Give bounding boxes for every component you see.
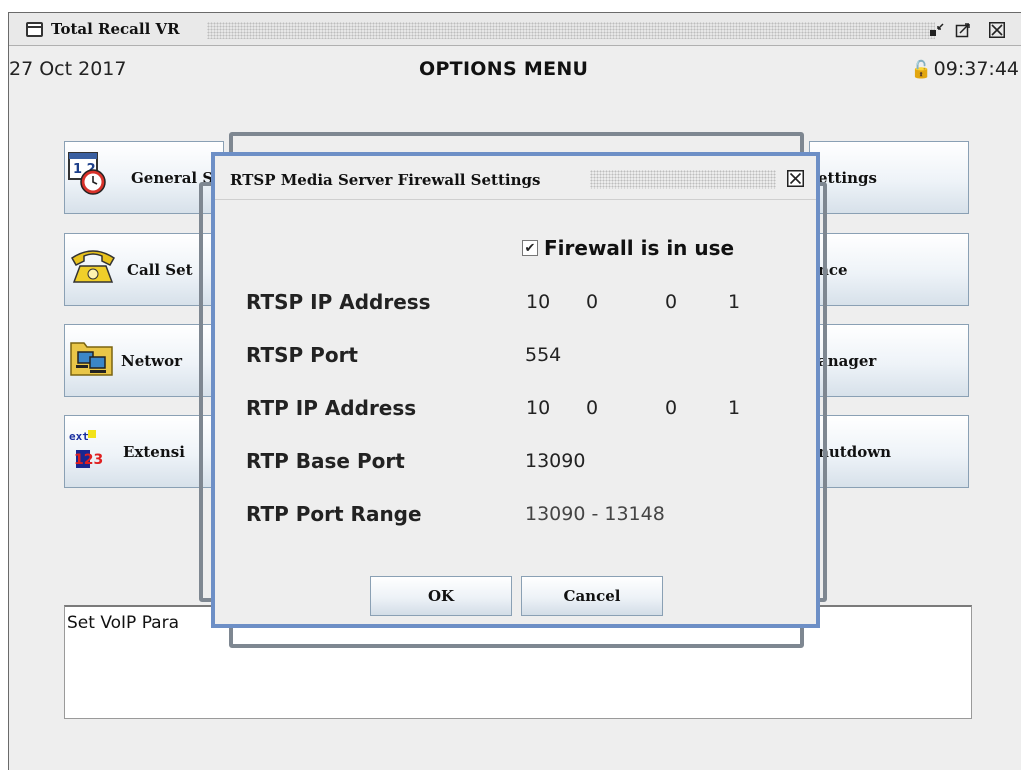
right-settings-button[interactable]: ettings	[809, 141, 969, 214]
firewall-checkbox-label: Firewall is in use	[544, 236, 735, 260]
maximize-icon[interactable]	[955, 22, 971, 38]
rtp-ip-octet-4[interactable]: 1	[728, 397, 740, 419]
rtsp-port-field[interactable]: 554	[525, 344, 561, 366]
clock-time: 09:37:44	[933, 58, 1019, 80]
rtsp-ip-label: RTSP IP Address	[246, 290, 431, 314]
rtp-port-range-value: 13090 - 13148	[525, 503, 665, 525]
cancel-button[interactable]: Cancel	[521, 576, 663, 616]
ok-button[interactable]: OK	[370, 576, 512, 616]
calendar-clock-icon: 1 2	[68, 152, 112, 202]
page-title: OPTIONS MENU	[419, 58, 589, 80]
rtsp-ip-octet-1[interactable]: 10	[526, 291, 550, 313]
call-settings-label: Call Set	[127, 261, 193, 279]
rtp-ip-octet-1[interactable]: 10	[526, 397, 550, 419]
right-manager-button[interactable]: anager	[809, 324, 969, 397]
extension-settings-label: Extensi	[123, 443, 185, 461]
dialog-close-icon[interactable]	[787, 170, 804, 187]
rtp-base-port-field[interactable]: 13090	[525, 450, 585, 472]
header-date: 27 Oct 2017	[9, 58, 127, 80]
right-shutdown-button[interactable]: nutdown	[809, 415, 969, 488]
window-title: Total Recall VR	[51, 20, 180, 38]
rtsp-port-label: RTSP Port	[246, 343, 358, 367]
right-preference-button[interactable]: nce	[809, 233, 969, 306]
dialog-titlebar[interactable]: RTSP Media Server Firewall Settings	[215, 156, 816, 200]
dialog-title: RTSP Media Server Firewall Settings	[230, 171, 541, 189]
right-shutdown-label: nutdown	[818, 443, 892, 461]
svg-text:123: 123	[74, 452, 103, 468]
rtp-base-port-label: RTP Base Port	[246, 449, 405, 473]
rtp-ip-octet-3[interactable]: 0	[665, 397, 677, 419]
network-settings-label: Networ	[121, 352, 183, 370]
window-titlebar[interactable]: Total Recall VR	[9, 13, 1021, 46]
svg-text:ext: ext	[69, 430, 89, 443]
extension-123-icon: ext 123	[68, 428, 108, 474]
firewall-settings-dialog: RTSP Media Server Firewall Settings ✔ Fi…	[211, 152, 820, 628]
network-computers-icon	[70, 339, 114, 381]
firewall-checkbox-row[interactable]: ✔ Firewall is in use	[522, 236, 734, 260]
padlock-icon: 🔓	[910, 60, 932, 80]
firewall-checkbox[interactable]: ✔	[522, 240, 538, 256]
titlebar-grip	[207, 22, 935, 39]
status-text: Set VoIP Para	[67, 613, 180, 633]
minimize-icon[interactable]	[929, 22, 945, 38]
rtsp-ip-octet-2[interactable]: 0	[586, 291, 598, 313]
window-app-icon	[26, 22, 43, 37]
rtsp-ip-octet-4[interactable]: 1	[728, 291, 740, 313]
header-time: 🔓 09:37:44	[910, 58, 1019, 80]
telephone-icon	[68, 246, 118, 290]
rtsp-ip-octet-3[interactable]: 0	[665, 291, 677, 313]
close-icon[interactable]	[989, 22, 1005, 38]
rtp-ip-label: RTP IP Address	[246, 396, 417, 420]
dialog-titlebar-grip	[590, 170, 776, 189]
rtp-ip-octet-2[interactable]: 0	[586, 397, 598, 419]
rtp-port-range-label: RTP Port Range	[246, 502, 422, 526]
